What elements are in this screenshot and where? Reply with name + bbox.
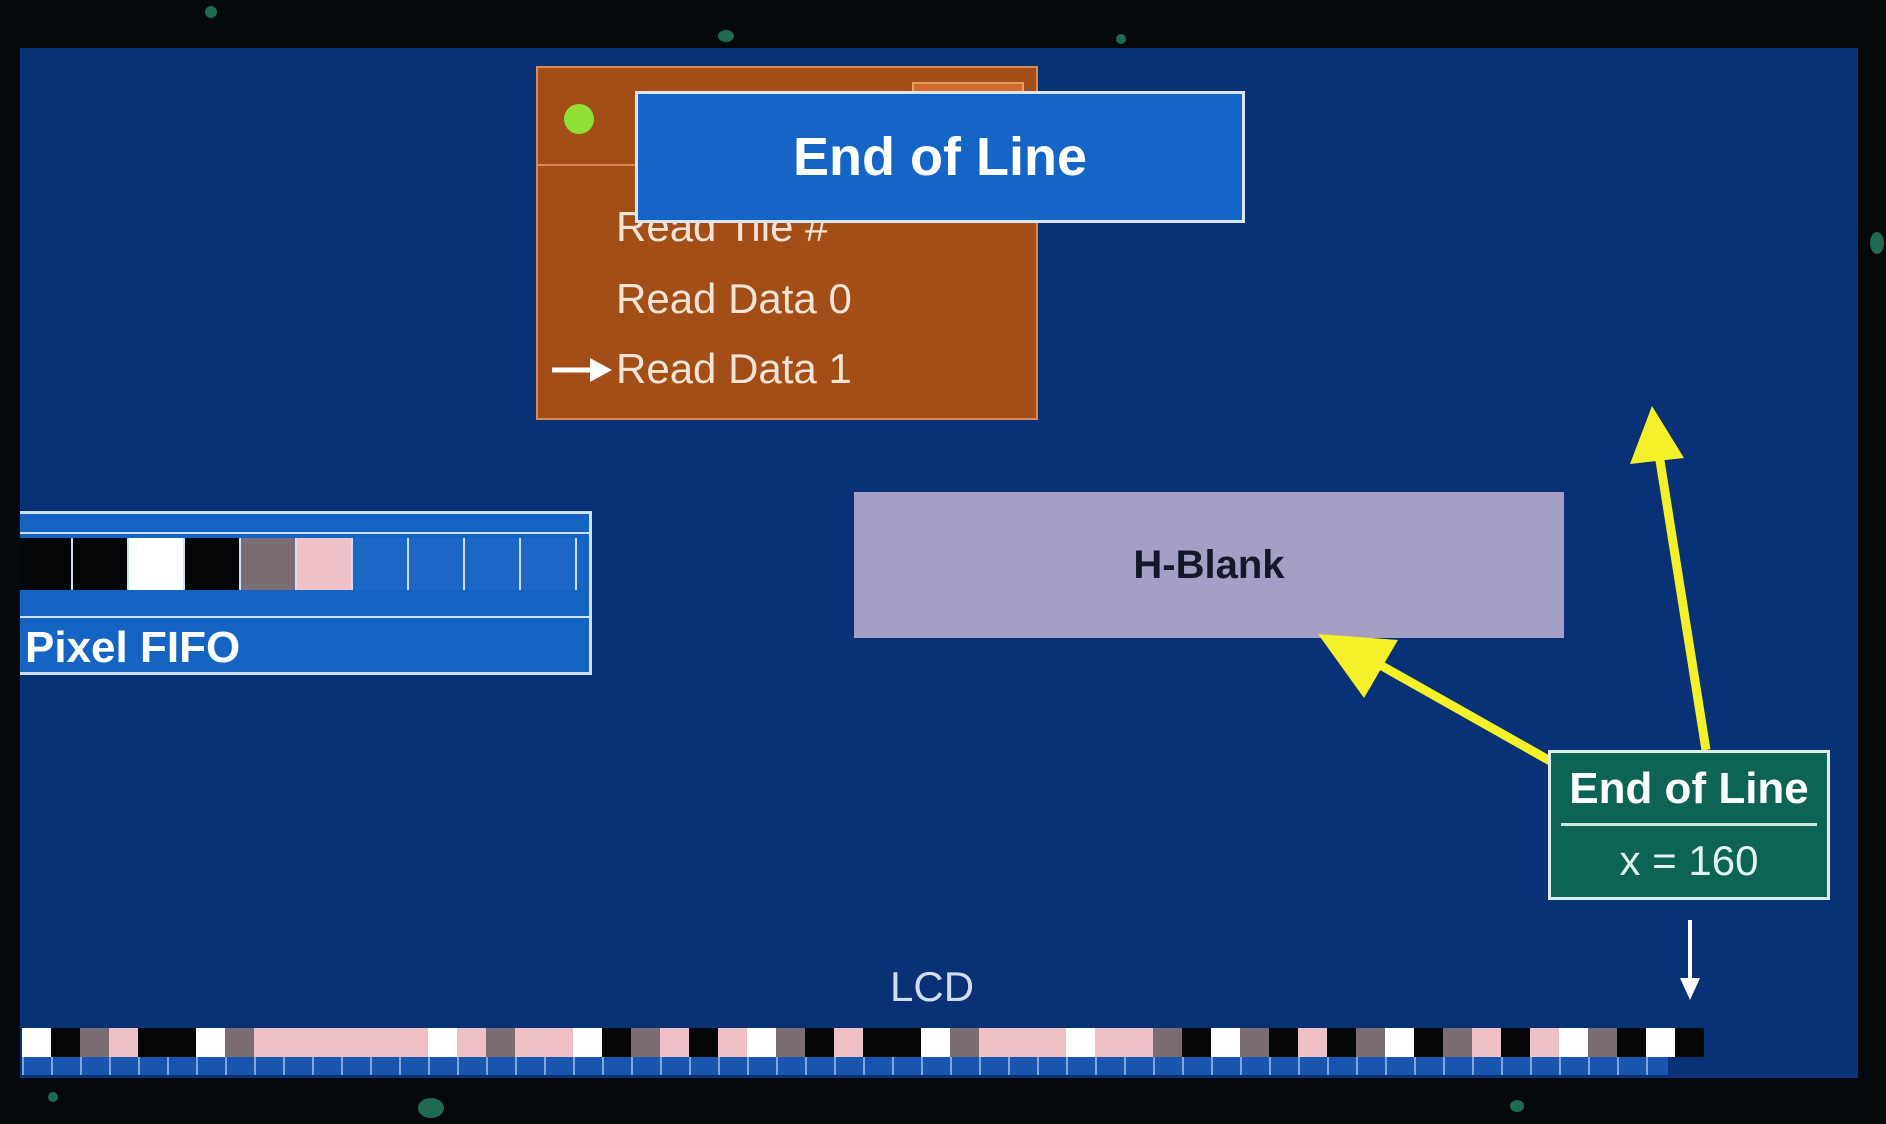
lcd-pixel (225, 1028, 254, 1057)
lcd-pixel (283, 1028, 312, 1057)
lcd-pixel (399, 1028, 428, 1057)
lcd-label: LCD (890, 963, 975, 1010)
background-speck (205, 6, 217, 18)
lcd-pixel (167, 1028, 196, 1057)
lcd-pixel (1037, 1028, 1066, 1057)
lcd-pixel (718, 1028, 747, 1057)
lcd-pixel (660, 1028, 689, 1057)
lcd-pixel (776, 1028, 805, 1057)
lcd-pixel (863, 1028, 892, 1057)
lcd-pixel (1443, 1028, 1472, 1057)
lcd-pixel (1124, 1028, 1153, 1057)
lcd-pixel (1588, 1028, 1617, 1057)
lcd-pixel (805, 1028, 834, 1057)
lcd-pixel (1675, 1028, 1704, 1057)
background-speck (48, 1092, 58, 1102)
lcd-pixel (1414, 1028, 1443, 1057)
lcd-pixel (515, 1028, 544, 1057)
lcd-pixel (631, 1028, 660, 1057)
lcd-pixel (428, 1028, 457, 1057)
lcd-pixel (602, 1028, 631, 1057)
lcd-pixel (1066, 1028, 1095, 1057)
lcd-pixel (370, 1028, 399, 1057)
lcd-grid (22, 1057, 1668, 1075)
lcd-pixel (950, 1028, 979, 1057)
arrow-down-icon (1680, 920, 1700, 1000)
lcd-pixel (1646, 1028, 1675, 1057)
lcd-pixel (22, 1028, 51, 1057)
lcd-pixel (892, 1028, 921, 1057)
lcd-pixel (1530, 1028, 1559, 1057)
end-of-line-condition: x = 160 (1619, 837, 1759, 884)
lcd-pixel (834, 1028, 863, 1057)
lcd-pixel (1501, 1028, 1530, 1057)
end-of-line-divider (1561, 823, 1817, 826)
lcd-pixel (312, 1028, 341, 1057)
lcd-pixel (979, 1028, 1008, 1057)
lcd-pixel (921, 1028, 950, 1057)
lcd-pixel (1559, 1028, 1588, 1057)
lcd-pixel (457, 1028, 486, 1057)
lcd-pixel (1298, 1028, 1327, 1057)
lcd-pixel (486, 1028, 515, 1057)
background-speck (1870, 232, 1884, 254)
lcd-pixel (80, 1028, 109, 1057)
lcd-pixel (1327, 1028, 1356, 1057)
lcd-pixel (1095, 1028, 1124, 1057)
lcd-pixel (689, 1028, 718, 1057)
lcd-pixel (1182, 1028, 1211, 1057)
arrow-up-icon (1630, 406, 1711, 751)
lcd-pixel (1269, 1028, 1298, 1057)
end-of-line-condition-box: End of Line x = 160 (1548, 750, 1830, 900)
arrow-to-h-blank-icon (1318, 634, 1555, 766)
lcd-pixel (341, 1028, 370, 1057)
lcd-pixel (1153, 1028, 1182, 1057)
background-speck (718, 30, 734, 42)
lcd-pixel (51, 1028, 80, 1057)
lcd-pixel (1240, 1028, 1269, 1057)
lcd-pixel (109, 1028, 138, 1057)
lcd-pixel (1617, 1028, 1646, 1057)
lcd-pixel (1356, 1028, 1385, 1057)
lcd-pixel (544, 1028, 573, 1057)
lcd-pixel-row (22, 1028, 1704, 1057)
transition-arrows (1318, 406, 1711, 1000)
background-speck (1510, 1100, 1524, 1112)
lcd-pixel (1211, 1028, 1240, 1057)
diagram-canvas: Read Tile # Read Data 0 Read Data 1 End … (20, 48, 1858, 1078)
background-speck (1116, 34, 1126, 44)
lcd-pixel (747, 1028, 776, 1057)
background-speck (418, 1098, 444, 1118)
lcd-pixel (573, 1028, 602, 1057)
lcd-pixel (1472, 1028, 1501, 1057)
lcd-pixel (254, 1028, 283, 1057)
lcd-pixel (1385, 1028, 1414, 1057)
lcd-pixel (196, 1028, 225, 1057)
end-of-line-title: End of Line (1569, 764, 1809, 813)
lcd-pixel (138, 1028, 167, 1057)
lcd-pixel (1008, 1028, 1037, 1057)
